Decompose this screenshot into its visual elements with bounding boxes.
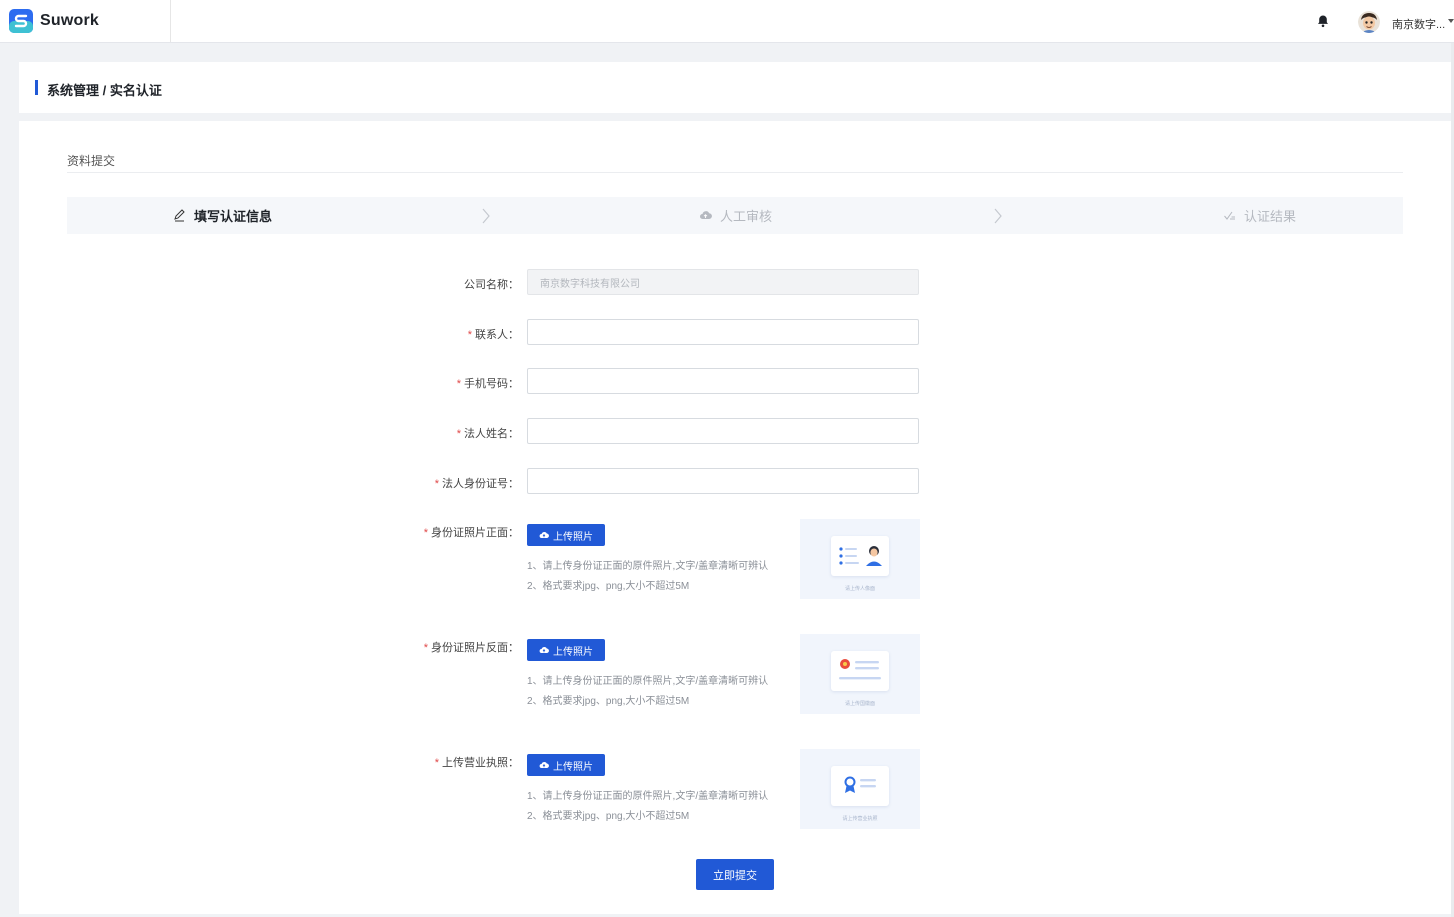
id-portrait-icon: [839, 546, 882, 566]
legal-name-input[interactable]: [527, 418, 919, 444]
upload-tip: 1、请上传身份证正面的原件照片,文字/盖章清晰可辨认: [527, 676, 769, 687]
id-front-sample-image: 请上传人像面: [800, 519, 920, 599]
legal-id-input[interactable]: [527, 468, 919, 494]
section-divider: [67, 172, 1403, 173]
legal-name-label: * 法人姓名：: [457, 425, 519, 441]
sample-caption: 请上传人像面: [844, 586, 875, 592]
id-front-label-text: 身份证照片正面：: [431, 527, 519, 539]
required-mark: *: [434, 757, 439, 769]
upload-id-front-button[interactable]: 上传照片: [527, 524, 605, 546]
upload-tip: 1、请上传身份证正面的原件照片,文字/盖章清晰可辨认: [527, 791, 769, 802]
steps-bar: 填写认证信息 人工审核 认证结果: [67, 197, 1403, 234]
required-mark: *: [423, 527, 428, 539]
logo-text: Suwork: [40, 12, 99, 29]
id-emblem-icon: [839, 659, 881, 680]
contact-label: * 联系人：: [468, 326, 519, 342]
phone-input[interactable]: [527, 368, 919, 394]
company-label: 公司名称：: [464, 279, 519, 291]
submit-button[interactable]: 立即提交: [696, 859, 774, 890]
chevron-right-icon: [994, 208, 1002, 224]
notification-bell-icon[interactable]: [1316, 14, 1330, 28]
upload-tip: 2、格式要求jpg、png,大小不超过5M: [527, 581, 690, 592]
user-name[interactable]: 南京数字...: [1392, 16, 1445, 32]
upload-business-license-button[interactable]: 上传照片: [527, 754, 605, 776]
step-label: 人工审核: [720, 209, 773, 224]
upload-tip: 1、请上传身份证正面的原件照片,文字/盖章清晰可辨认: [527, 561, 769, 572]
required-mark: *: [434, 478, 439, 490]
main-content: 资料提交 填写认证信息 人工审核 认证结果 公司名称： 南京数字科技有限公司 *…: [19, 121, 1451, 914]
upload-tip: 2、格式要求jpg、png,大小不超过5M: [527, 811, 690, 822]
upload-cloud-icon: [539, 761, 549, 769]
chevron-right-icon: [482, 208, 490, 224]
required-mark: *: [423, 642, 428, 654]
sample-card: [831, 651, 889, 691]
legal-name-label-text: 法人姓名：: [464, 428, 519, 440]
upload-cloud-icon: [539, 531, 549, 539]
cloud-icon: [700, 211, 712, 220]
step-label: 填写认证信息: [194, 209, 273, 224]
step-manual-review: 人工审核: [699, 197, 772, 234]
breadcrumb: 系统管理 / 实名认证: [47, 83, 162, 98]
user-avatar[interactable]: [1358, 11, 1380, 33]
legal-id-label: * 法人身份证号：: [435, 475, 519, 491]
breadcrumb-card: 系统管理 / 实名认证: [19, 62, 1451, 113]
upload-button-label: 上传照片: [553, 531, 593, 543]
upload-id-back-button[interactable]: 上传照片: [527, 639, 605, 661]
step-result: 认证结果: [1223, 197, 1296, 234]
required-mark: *: [467, 329, 472, 341]
step-label: 认证结果: [1244, 209, 1297, 224]
suwork-logo-icon: [9, 9, 33, 33]
business-license-label: * 上传营业执照：: [435, 754, 519, 770]
sample-card: [831, 536, 889, 576]
id-back-label: * 身份证照片反面：: [424, 639, 519, 655]
legal-id-label-text: 法人身份证号：: [442, 478, 519, 490]
business-license-sample-image: 请上传营业执照: [800, 749, 920, 829]
check-icon: [1224, 211, 1235, 220]
business-license-label-text: 上传营业执照：: [442, 757, 519, 769]
section-title: 资料提交: [67, 154, 116, 168]
required-mark: *: [456, 428, 461, 440]
id-back-label-text: 身份证照片反面：: [431, 642, 519, 654]
required-mark: *: [456, 378, 461, 390]
sample-card: [831, 766, 889, 806]
chevron-down-icon[interactable]: [1448, 19, 1454, 23]
top-bar: Suwork 南京数字...: [0, 0, 1454, 43]
contact-label-text: 联系人：: [475, 329, 519, 341]
id-front-label: * 身份证照片正面：: [424, 524, 519, 540]
logo[interactable]: Suwork: [0, 0, 171, 42]
step-fill-info: 填写认证信息: [173, 197, 272, 234]
license-badge-icon: [844, 776, 876, 793]
sample-caption: 请上传国徽面: [844, 701, 875, 707]
upload-button-label: 上传照片: [553, 761, 593, 773]
edit-icon: [174, 209, 185, 222]
breadcrumb-accent: [35, 80, 38, 95]
id-back-sample-image: 请上传国徽面: [800, 634, 920, 714]
upload-tip: 2、格式要求jpg、png,大小不超过5M: [527, 696, 690, 707]
upload-button-label: 上传照片: [553, 646, 593, 658]
phone-label: * 手机号码：: [457, 375, 519, 391]
contact-input[interactable]: [527, 319, 919, 345]
phone-label-text: 手机号码：: [464, 378, 519, 390]
company-input: [527, 269, 919, 295]
upload-cloud-icon: [539, 646, 549, 654]
sample-caption: 请上传营业执照: [842, 816, 878, 822]
